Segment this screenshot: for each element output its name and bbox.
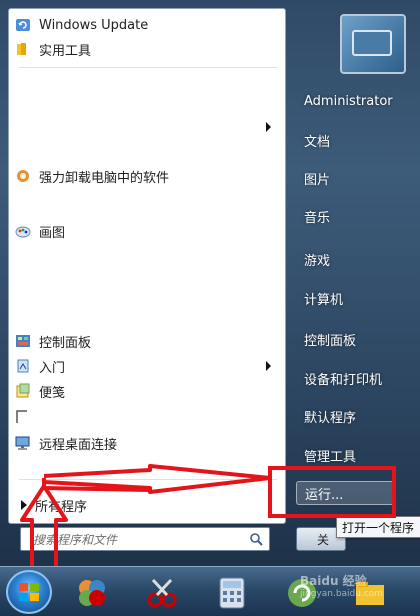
annotation-arrows (20, 464, 272, 566)
watermark-brand: Baidu 经验 (300, 574, 367, 588)
run-highlight-box (268, 466, 396, 518)
clover-app-icon (79, 580, 105, 606)
calculator-icon (219, 577, 245, 609)
scissors-icon (147, 578, 177, 608)
watermark: Baidu 经验 jingyan.baidu.com (300, 572, 383, 599)
taskbar-app-calculator[interactable] (212, 574, 252, 612)
start-button[interactable] (6, 570, 52, 614)
taskbar-app-snipping[interactable] (142, 574, 182, 612)
arrow-up-left (20, 484, 68, 566)
windows-logo-icon (19, 583, 39, 601)
watermark-url: jingyan.baidu.com (300, 589, 384, 599)
taskbar-app-colorful[interactable] (72, 574, 112, 612)
